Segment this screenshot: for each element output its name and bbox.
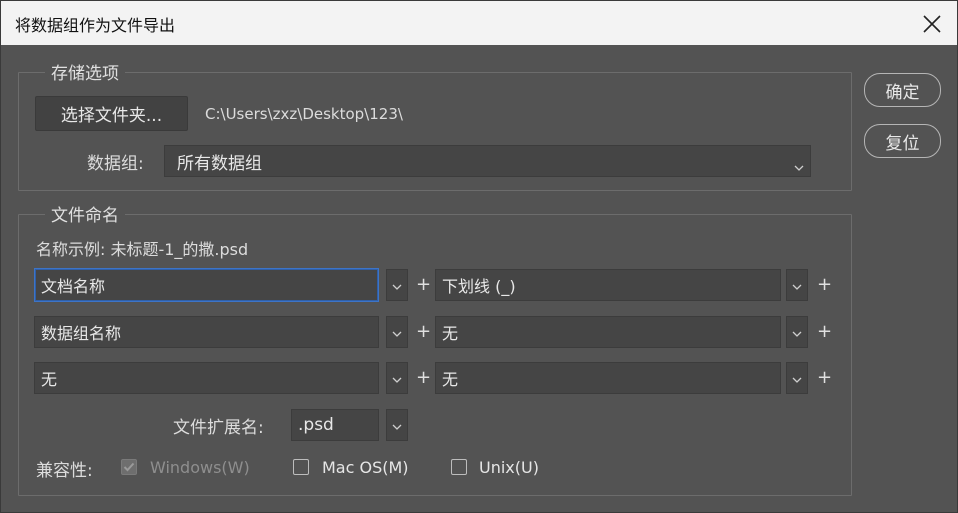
datagroup-label: 数据组: [87,154,144,174]
naming-dropdown-3-left[interactable] [386,362,408,394]
naming-field-1-left[interactable]: 文档名称 [34,268,379,302]
unix-checkbox-label: Unix(U) [479,458,539,477]
datagroup-value: 所有数据组 [177,153,262,174]
naming-field-2-right[interactable]: 无 [435,316,781,348]
ok-button[interactable]: 确定 [864,73,941,107]
naming-dropdown-2-left[interactable] [386,316,408,348]
chevron-down-icon [392,323,402,342]
file-naming-legend: 文件命名 [45,201,125,226]
macos-checkbox[interactable] [293,459,309,475]
chevron-down-icon [392,416,402,435]
plus-icon: + [817,274,833,295]
plus-icon: + [416,367,432,388]
reset-button[interactable]: 复位 [864,124,941,158]
windows-checkbox-label: Windows(W) [150,458,250,477]
choose-folder-button[interactable]: 选择文件夹... [35,96,188,131]
checkmark-icon [123,462,135,472]
extension-dropdown[interactable] [386,409,408,441]
chevron-down-icon [794,157,804,177]
naming-field-1-right[interactable]: 下划线 (_) [435,269,781,301]
naming-field-3-left[interactable]: 无 [34,362,379,394]
naming-dropdown-1-left[interactable] [386,269,408,301]
plus-icon: + [416,274,432,295]
plus-icon: + [817,367,833,388]
export-datasets-dialog: 将数据组作为文件导出 存储选项 选择文件夹... C:\Users\zxz\De… [0,0,958,513]
close-icon[interactable] [921,13,943,35]
windows-checkbox[interactable] [121,459,137,475]
extension-label: 文件扩展名: [173,418,264,438]
unix-checkbox[interactable] [451,459,467,475]
extension-field[interactable]: .psd [291,409,379,441]
plus-icon: + [817,321,833,342]
plus-icon: + [416,321,432,342]
naming-dropdown-3-right[interactable] [786,362,808,394]
chevron-down-icon [792,276,802,295]
chevron-down-icon [392,276,402,295]
macos-checkbox-label: Mac OS(M) [322,458,409,477]
compatibility-label: 兼容性: [36,461,93,481]
datagroup-select[interactable]: 所有数据组 [164,145,811,177]
storage-options-legend: 存储选项 [45,59,125,84]
chevron-down-icon [792,323,802,342]
naming-dropdown-1-right[interactable] [786,269,808,301]
dialog-title: 将数据组作为文件导出 [15,16,176,35]
title-bar: 将数据组作为文件导出 [1,1,957,45]
chevron-down-icon [392,369,402,388]
chevron-down-icon [792,369,802,388]
naming-field-2-left[interactable]: 数据组名称 [34,316,379,348]
folder-path: C:\Users\zxz\Desktop\123\ [205,105,403,123]
naming-field-3-right[interactable]: 无 [435,362,781,394]
name-example: 名称示例: 未标题-1_的撒.psd [36,240,249,259]
naming-dropdown-2-right[interactable] [786,316,808,348]
